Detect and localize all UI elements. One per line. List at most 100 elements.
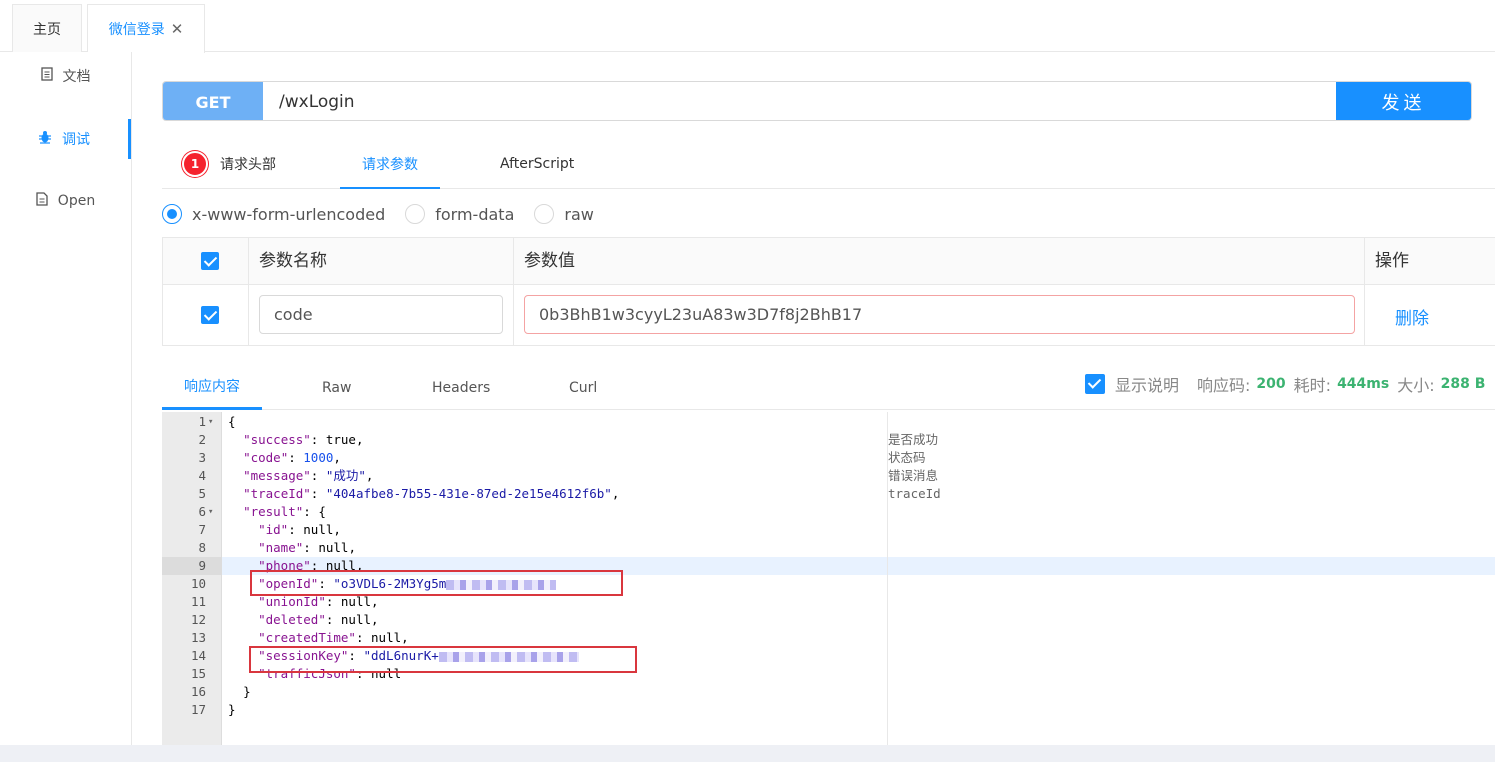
tab-wx-login[interactable]: 微信登录 ✕	[87, 4, 205, 53]
request-tabs: 1 请求头部 请求参数 AfterScript	[162, 140, 1495, 189]
json-value: true	[325, 432, 356, 447]
status-code: 200	[1256, 376, 1286, 392]
line-number: 2	[198, 432, 206, 447]
response-tabs: 响应内容 Raw Headers Curl 显示说明 响应码: 200 耗时: …	[162, 365, 1495, 410]
json-key: "traceId"	[243, 486, 311, 501]
send-button[interactable]: 发送	[1336, 82, 1471, 120]
table-row: code 0b3BhB1w3cyyL23uA83w3D7f8j2BhB17 删除	[163, 285, 1495, 346]
response-size: 288 B	[1440, 376, 1486, 392]
line-number: 17	[190, 702, 206, 717]
json-value: null	[303, 522, 334, 537]
delete-link[interactable]: 删除	[1395, 304, 1429, 329]
tab-label: 响应内容	[184, 379, 240, 395]
line-number: 11	[190, 594, 206, 609]
tab-label: Raw	[322, 379, 352, 396]
column-header-name: 参数名称	[259, 251, 327, 271]
code-line: "code": 1000,	[243, 450, 341, 465]
json-value: null	[371, 630, 402, 645]
tab-response-raw[interactable]: Raw	[322, 365, 351, 410]
tab-home[interactable]: 主页	[12, 4, 82, 52]
tab-bar: 主页 微信登录 ✕	[0, 0, 1495, 53]
code-token: }	[228, 702, 236, 717]
time-label: 耗时:	[1293, 376, 1332, 395]
response-editor[interactable]: 1 2 3 4 5 6 7 8 9 10 11 12 13 14 15 16 17 ▾ ▾ { "success…	[162, 412, 1495, 745]
radio-dot[interactable]	[162, 204, 182, 224]
sidebar: 文档 调试 Open	[0, 52, 132, 745]
json-key: "result"	[243, 504, 304, 519]
tab-request-headers[interactable]: 1 请求头部	[182, 140, 276, 188]
body-type-radios: x-www-form-urlencoded form-data raw	[162, 203, 614, 225]
radio-label: raw	[564, 204, 594, 224]
json-value: null	[340, 594, 372, 609]
line-number: 10	[190, 576, 206, 591]
select-all-checkbox[interactable]	[201, 252, 219, 270]
line-number: 6	[198, 504, 206, 519]
highlight-box-sessionkey	[249, 646, 637, 673]
highlight-box-openid	[250, 570, 623, 596]
tab-after-script[interactable]: AfterScript	[500, 140, 574, 188]
param-value-input[interactable]: 0b3BhB1w3cyyL23uA83w3D7f8j2BhB17	[524, 295, 1355, 334]
code-line: }	[228, 683, 251, 701]
json-key: "createdTime"	[258, 630, 356, 645]
line-number: 8	[198, 540, 206, 555]
code-token: {	[228, 414, 236, 429]
tab-response-headers[interactable]: Headers	[432, 365, 490, 410]
json-key: "deleted"	[258, 612, 326, 627]
code-line: "name": null,	[258, 540, 356, 555]
line-number: 14	[190, 648, 206, 663]
close-icon[interactable]: ✕	[171, 20, 184, 38]
json-key: "success"	[243, 432, 311, 447]
tab-response-curl[interactable]: Curl	[569, 365, 597, 410]
json-value: "成功"	[325, 468, 366, 483]
json-key: "name"	[258, 540, 304, 555]
code-line: "createdTime": null,	[258, 630, 409, 645]
json-key: "id"	[258, 522, 289, 537]
fold-arrow-icon[interactable]: ▾	[208, 413, 213, 431]
table-header: 参数名称 参数值 操作	[163, 238, 1495, 285]
code-token: }	[243, 684, 251, 699]
sidebar-item-debug[interactable]: 调试	[0, 119, 131, 159]
radio-dot[interactable]	[405, 204, 426, 224]
tab-label: Curl	[569, 379, 598, 396]
field-description: 错误消息	[888, 468, 939, 483]
tab-response-content[interactable]: 响应内容	[162, 365, 262, 410]
tab-label: 请求头部	[220, 157, 276, 173]
tab-request-params[interactable]: 请求参数	[340, 140, 440, 189]
url-input[interactable]: /wxLogin	[279, 82, 355, 120]
column-header-action: 操作	[1375, 251, 1409, 271]
show-description-label: 显示说明	[1115, 376, 1180, 395]
bug-icon	[38, 130, 52, 148]
line-number: 9	[198, 558, 206, 573]
tab-home-label: 主页	[33, 21, 61, 38]
tab-label: Headers	[432, 379, 491, 396]
field-description: 是否成功	[888, 432, 939, 447]
column-header-value: 参数值	[524, 251, 575, 271]
radio-raw[interactable]: raw	[534, 204, 594, 224]
json-key: "message"	[243, 468, 311, 483]
tab-label: 请求参数	[362, 156, 418, 173]
code-line: "success": true,	[243, 432, 364, 447]
row-checkbox[interactable]	[201, 306, 219, 324]
line-number: 15	[190, 666, 206, 681]
json-key: "unionId"	[258, 594, 326, 609]
line-number: 12	[190, 612, 206, 627]
code-line: "traceId": "404afbe8-7b55-431e-87ed-2e15…	[243, 486, 620, 501]
code-line: "deleted": null,	[258, 612, 379, 627]
sidebar-item-doc[interactable]: 文档	[0, 56, 131, 96]
json-value: null	[318, 540, 349, 555]
fold-arrow-icon[interactable]: ▾	[208, 503, 213, 521]
json-key: "code"	[243, 450, 289, 465]
json-value: "404afbe8-7b55-431e-87ed-2e15e4612f6b"	[325, 486, 612, 501]
line-number: 1	[198, 414, 206, 429]
radio-form-data[interactable]: form-data	[405, 204, 514, 224]
sidebar-item-open[interactable]: Open	[0, 181, 131, 221]
document-icon	[40, 67, 53, 85]
radio-urlencoded[interactable]: x-www-form-urlencoded	[162, 204, 385, 224]
method-select[interactable]: GET	[163, 82, 263, 120]
line-number: 3	[198, 450, 206, 465]
param-name-input[interactable]: code	[259, 295, 503, 334]
show-description-checkbox[interactable]	[1085, 374, 1105, 394]
radio-dot[interactable]	[534, 204, 555, 224]
status-label: 响应码:	[1197, 376, 1251, 395]
response-time: 444ms	[1337, 376, 1390, 392]
